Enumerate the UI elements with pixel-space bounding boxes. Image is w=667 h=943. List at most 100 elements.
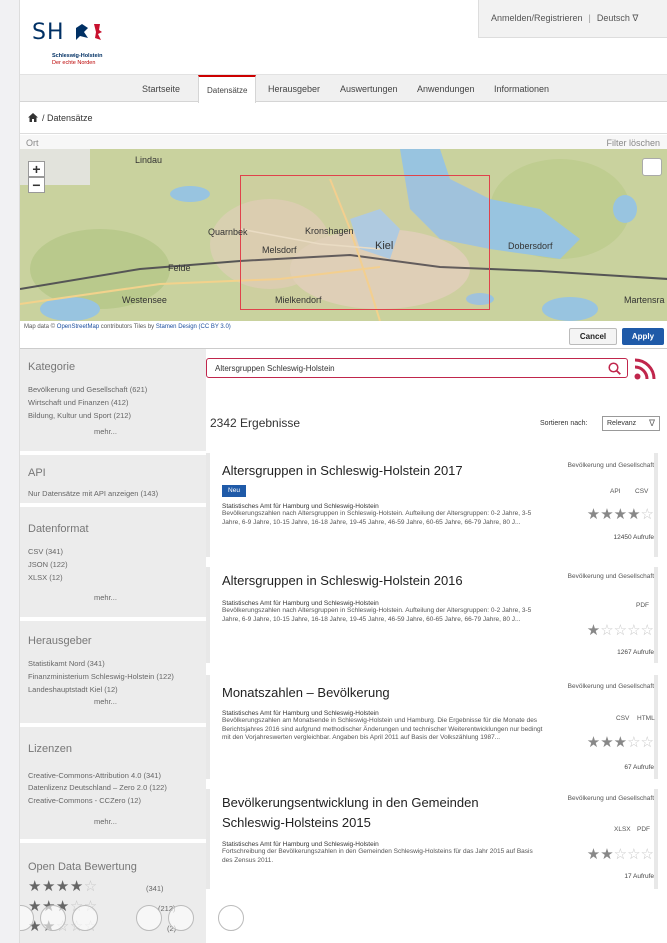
format-html[interactable]: HTML bbox=[637, 715, 655, 722]
home-icon[interactable] bbox=[28, 113, 38, 124]
result-publisher: Statistisches Amt für Hamburg und Schles… bbox=[222, 600, 379, 607]
filter-kategorie: Kategorie Bevölkerung und Gesellschaft (… bbox=[20, 349, 206, 455]
filter-option[interactable]: Wirtschaft und Finanzen (412) bbox=[28, 398, 128, 407]
sort-label: Sortieren nach: bbox=[540, 420, 588, 427]
grid-icon[interactable] bbox=[136, 905, 162, 931]
sh-logo[interactable]: SH Schleswig-Holstein Der echte Norden bbox=[32, 20, 102, 66]
format-pdf[interactable]: PDF bbox=[636, 602, 649, 609]
filter-option[interactable]: XLSX (12) bbox=[28, 573, 63, 582]
result-title[interactable]: Bevölkerungsentwicklung in den Gemeinden bbox=[222, 795, 479, 810]
format-xlsx[interactable]: XLSX bbox=[614, 826, 631, 833]
nav-auswertungen[interactable]: Auswertungen bbox=[340, 84, 398, 94]
filter-option[interactable]: Bevölkerung und Gesellschaft (621) bbox=[28, 385, 147, 394]
rating-stars: ★☆☆☆☆ bbox=[586, 622, 654, 639]
format-api[interactable]: API bbox=[610, 488, 620, 495]
result-card[interactable]: Monatszahlen – Bevölkerung Statistisches… bbox=[206, 675, 658, 779]
logo-text: SH bbox=[32, 20, 65, 45]
result-card[interactable]: Altersgruppen in Schleswig-Holstein 2017… bbox=[206, 453, 658, 557]
filter-option[interactable]: Datenlizenz Deutschland – Zero 2.0 (122) bbox=[28, 783, 167, 792]
filter-option[interactable]: CSV (341) bbox=[28, 547, 63, 556]
cancel-button[interactable]: Cancel bbox=[569, 328, 617, 345]
map-layer-toggle[interactable] bbox=[642, 158, 662, 176]
filter-title: Datenformat bbox=[28, 523, 89, 535]
more-link[interactable]: mehr... bbox=[94, 427, 117, 436]
login-link[interactable]: Anmelden/Registrieren bbox=[491, 13, 583, 23]
breadcrumb: / Datensätze bbox=[20, 103, 667, 134]
result-title[interactable]: Monatszahlen – Bevölkerung bbox=[222, 685, 390, 700]
filter-option[interactable]: Statistikamt Nord (341) bbox=[28, 659, 105, 668]
result-title-line2[interactable]: Schleswig-Holsteins 2015 bbox=[222, 815, 371, 830]
stamen-link[interactable]: Stamen Design bbox=[156, 324, 197, 330]
chevron-down-icon: ∇ bbox=[648, 418, 655, 428]
filter-datenformat: Datenformat CSV (341) JSON (122) XLSX (1… bbox=[20, 507, 206, 621]
format-csv[interactable]: CSV bbox=[616, 715, 629, 722]
result-publisher: Statistisches Amt für Hamburg und Schles… bbox=[222, 710, 379, 717]
filter-title: Lizenzen bbox=[28, 743, 73, 755]
play-icon[interactable] bbox=[40, 905, 66, 931]
bbox-selection[interactable] bbox=[240, 175, 490, 310]
nav-datensaetze[interactable]: Datensätze bbox=[198, 75, 257, 103]
language-select[interactable]: Deutsch ∇ bbox=[597, 13, 639, 23]
back-icon[interactable] bbox=[20, 905, 34, 931]
rating-filter-count: (341) bbox=[146, 884, 164, 893]
map-place: Kiel bbox=[375, 240, 394, 252]
search-icon[interactable] bbox=[608, 362, 621, 377]
more-link[interactable]: mehr... bbox=[94, 817, 117, 826]
view-count: 1267 Aufrufe bbox=[617, 649, 654, 656]
filter-option[interactable]: Bildung, Kultur und Sport (212) bbox=[28, 411, 131, 420]
filter-option[interactable]: JSON (122) bbox=[28, 560, 68, 569]
rating-filter-stars[interactable]: ★★★★☆ bbox=[28, 877, 98, 895]
result-publisher: Statistisches Amt für Hamburg und Schles… bbox=[222, 503, 379, 510]
logo-line2: Der echte Norden bbox=[52, 60, 96, 66]
filter-option[interactable]: Landeshauptstadt Kiel (12) bbox=[28, 685, 118, 694]
more-icon[interactable] bbox=[218, 905, 244, 931]
search-input[interactable]: Altersgruppen Schleswig-Holstein bbox=[206, 358, 628, 378]
nav-informationen[interactable]: Informationen bbox=[494, 84, 549, 94]
site-header: SH Schleswig-Holstein Der echte Norden A… bbox=[20, 0, 667, 74]
zoom-out-button[interactable]: − bbox=[28, 177, 45, 193]
main-nav: Startseite Datensätze Herausgeber Auswer… bbox=[20, 74, 667, 103]
osm-link[interactable]: OpenStreetMap bbox=[57, 324, 99, 330]
sort-value: Relevanz bbox=[607, 420, 637, 427]
breadcrumb-text: / Datensätze bbox=[42, 113, 93, 123]
clear-filter-link[interactable]: Filter löschen bbox=[606, 138, 660, 148]
apply-button[interactable]: Apply bbox=[622, 328, 664, 345]
location-map[interactable]: + − Lindau Quarnbek Kronshagen Melsdorf … bbox=[20, 149, 667, 321]
result-description: Bevölkerungszahlen am Monatsende in Schl… bbox=[222, 717, 543, 741]
more-link[interactable]: mehr... bbox=[94, 697, 117, 706]
filter-option[interactable]: Creative-Commons-Attribution 4.0 (341) bbox=[28, 771, 161, 780]
nav-startseite[interactable]: Startseite bbox=[142, 84, 180, 94]
map-place: Lindau bbox=[135, 155, 163, 165]
more-link[interactable]: mehr... bbox=[94, 593, 117, 602]
result-category: Bevölkerung und Gesellschaft bbox=[567, 573, 654, 580]
map-place: Kronshagen bbox=[305, 226, 354, 236]
result-category: Bevölkerung und Gesellschaft bbox=[567, 683, 654, 690]
result-title[interactable]: Altersgruppen in Schleswig-Holstein 2017 bbox=[222, 463, 463, 478]
rating-stars: ★★★★☆ bbox=[586, 506, 654, 523]
result-card[interactable]: Bevölkerungsentwicklung in den Gemeinden… bbox=[206, 789, 658, 889]
zoom-icon[interactable] bbox=[168, 905, 194, 931]
filter-option[interactable]: Finanzministerium Schleswig-Holstein (12… bbox=[28, 672, 174, 681]
sort-select[interactable]: Relevanz ∇ bbox=[602, 416, 660, 431]
zoom-in-button[interactable]: + bbox=[28, 161, 45, 177]
filter-option[interactable]: Nur Datensätze mit API anzeigen (143) bbox=[28, 489, 158, 498]
filter-title: API bbox=[28, 467, 46, 479]
view-count: 67 Aufrufe bbox=[624, 764, 654, 771]
map-place: Mielkendorf bbox=[275, 295, 322, 305]
map-attribution: Map data © OpenStreetMap contributors Ti… bbox=[24, 324, 231, 330]
nav-anwendungen[interactable]: Anwendungen bbox=[417, 84, 475, 94]
format-csv[interactable]: CSV bbox=[635, 488, 648, 495]
pen-icon[interactable] bbox=[72, 905, 98, 931]
filter-lizenzen: Lizenzen Creative-Commons-Attribution 4.… bbox=[20, 727, 206, 843]
result-title[interactable]: Altersgruppen in Schleswig-Holstein 2016 bbox=[222, 573, 463, 588]
result-description: Bevölkerungszahlen nach Altersgruppen in… bbox=[222, 607, 532, 623]
map-label: Ort bbox=[26, 138, 39, 148]
format-pdf[interactable]: PDF bbox=[637, 826, 650, 833]
map-place: Felde bbox=[168, 263, 191, 273]
floating-toolbar bbox=[20, 905, 280, 943]
filter-option[interactable]: Creative-Commons - CCZero (12) bbox=[28, 796, 141, 805]
new-badge: Neu bbox=[222, 485, 246, 497]
rss-icon[interactable] bbox=[634, 358, 656, 385]
result-card[interactable]: Altersgruppen in Schleswig-Holstein 2016… bbox=[206, 567, 658, 663]
nav-herausgeber[interactable]: Herausgeber bbox=[268, 84, 320, 94]
